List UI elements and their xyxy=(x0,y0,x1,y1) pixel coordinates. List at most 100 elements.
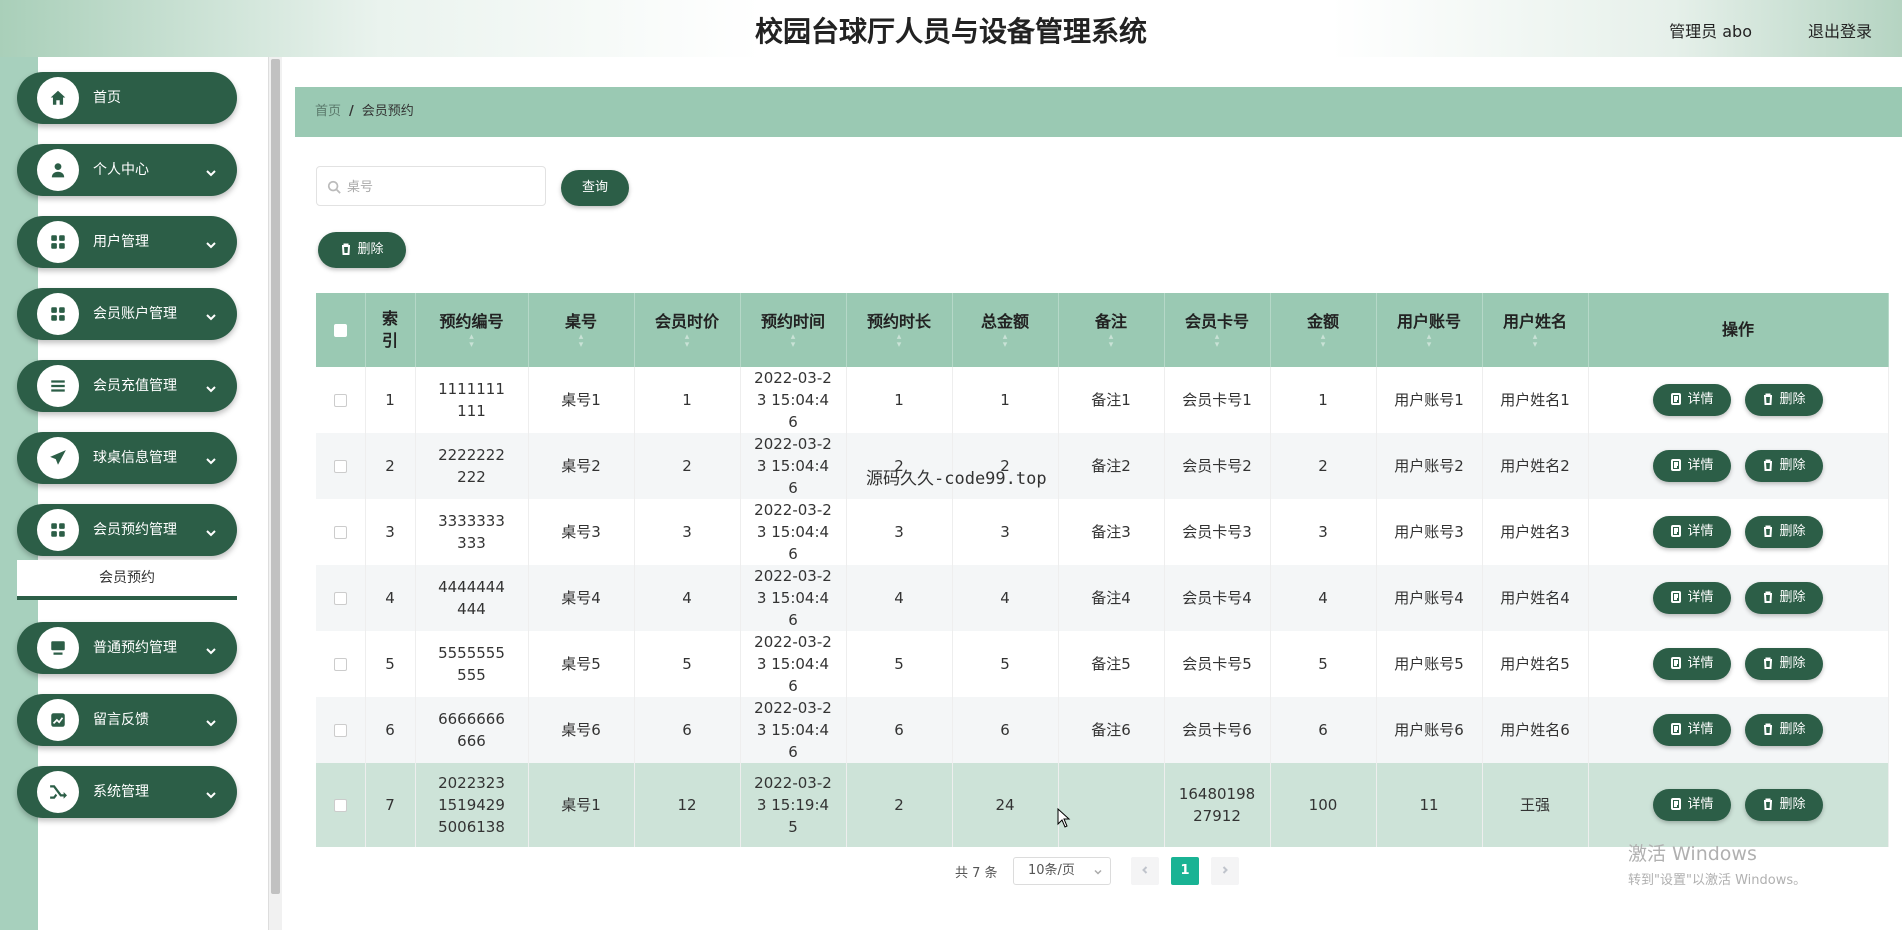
row-checkbox[interactable] xyxy=(333,592,347,605)
sidebar-item[interactable]: 用户管理 xyxy=(17,216,237,268)
cell-text: 1 xyxy=(1000,391,1010,409)
select-all-checkbox[interactable] xyxy=(333,324,347,337)
sidebar-item[interactable]: 留言反馈 xyxy=(17,694,237,746)
detail-button[interactable]: 详情 xyxy=(1653,714,1731,746)
detail-button[interactable]: 详情 xyxy=(1653,789,1731,821)
cell-total: 6 xyxy=(952,697,1059,763)
table-row[interactable]: 6 6666666666 桌号6 6 2022-03-23 15:04:46 6 6 备注6 会… xyxy=(316,697,1889,763)
cell-text: 24 xyxy=(995,796,1015,814)
detail-button[interactable]: 详情 xyxy=(1653,384,1731,416)
table-number-search-input[interactable] xyxy=(347,175,537,199)
column-header-index[interactable]: 索引 xyxy=(365,293,416,367)
sort-icon: ▴ ▾ xyxy=(1320,332,1326,350)
detail-button[interactable]: 详情 xyxy=(1653,648,1731,680)
column-header-account[interactable]: 用户账号 ▴ ▾ xyxy=(1376,293,1483,367)
cell-text: 2022-03-23 15:04:46 xyxy=(754,633,832,695)
cell-text: 6 xyxy=(682,721,692,739)
sidebar-item[interactable]: 会员账户管理 xyxy=(17,288,237,340)
column-header-card-no[interactable]: 会员卡号 ▴ ▾ xyxy=(1164,293,1271,367)
source-watermark: 源码久久-code99.top xyxy=(866,469,1047,489)
cell-text: 备注5 xyxy=(1091,655,1131,673)
column-header-remark[interactable]: 备注 ▴ ▾ xyxy=(1058,293,1165,367)
cell-text: 3 xyxy=(682,523,692,541)
row-checkbox[interactable] xyxy=(333,724,347,737)
column-header-booking-time[interactable]: 预约时间 ▴ ▾ xyxy=(740,293,847,367)
cell-card-no: 会员卡号1 xyxy=(1164,367,1271,433)
delete-button[interactable]: 删除 xyxy=(1745,714,1823,746)
delete-button[interactable]: 删除 xyxy=(1745,384,1823,416)
query-button[interactable]: 查询 xyxy=(561,170,629,206)
cell-duration: 4 xyxy=(846,565,953,631)
delete-button[interactable]: 删除 xyxy=(1745,450,1823,482)
column-header-duration[interactable]: 预约时长 ▴ ▾ xyxy=(846,293,953,367)
detail-button[interactable]: 详情 xyxy=(1653,450,1731,482)
column-header-user-name[interactable]: 用户姓名 ▴ ▾ xyxy=(1482,293,1589,367)
cell-duration: 6 xyxy=(846,697,953,763)
row-checkbox[interactable] xyxy=(333,799,347,812)
detail-button[interactable]: 详情 xyxy=(1653,582,1731,614)
column-header-total[interactable]: 总金额 ▴ ▾ xyxy=(952,293,1059,367)
prev-page-button[interactable] xyxy=(1131,857,1159,885)
table-row[interactable]: 2 2222222222 桌号2 2 2022-03-23 15:04:46 2 2 备注2 会… xyxy=(316,433,1889,499)
cell-text: 5 xyxy=(894,655,904,673)
grid-icon xyxy=(37,221,79,263)
cell-text: 4444444444 xyxy=(438,578,505,618)
cell-member-price: 12 xyxy=(634,763,741,847)
logout-link[interactable]: 退出登录 xyxy=(1808,18,1872,42)
cell-remark: 备注6 xyxy=(1058,697,1165,763)
delete-button[interactable]: 删除 xyxy=(1745,789,1823,821)
sidebar-item[interactable]: 普通预约管理 xyxy=(17,622,237,674)
table-row[interactable]: 7 202232315194295006138 桌号1 12 2022-03-23 15… xyxy=(316,763,1889,847)
cell-text: 5 xyxy=(385,655,395,673)
table-row[interactable]: 5 5555555555 桌号5 5 2022-03-23 15:04:46 5 5 备注5 会… xyxy=(316,631,1889,697)
row-checkbox[interactable] xyxy=(333,460,347,473)
table-header-row: 索引 预约编号 ▴ ▾ 桌号 ▴ ▾ 会员时价 ▴ ▾ 预约时间 ▴ ▾ 预约时长 ▴ ▾ 总金额 ▴… xyxy=(316,293,1889,367)
cell-booking-time: 2022-03-23 15:04:46 xyxy=(740,433,847,499)
detail-label: 详情 xyxy=(1687,524,1714,539)
table-row[interactable]: 3 3333333333 桌号3 3 2022-03-23 15:04:46 3 3 备注3 会… xyxy=(316,499,1889,565)
cell-text: 用户姓名1 xyxy=(1500,391,1570,409)
sidebar-scrollbar[interactable] xyxy=(268,57,282,930)
sidebar-item[interactable]: 会员预约管理 xyxy=(17,504,237,556)
booking-table: 索引 预约编号 ▴ ▾ 桌号 ▴ ▾ 会员时价 ▴ ▾ 预约时间 ▴ ▾ 预约时长 ▴ ▾ 总金额 ▴… xyxy=(316,293,1889,847)
table-row[interactable]: 1 1111111111 桌号1 1 2022-03-23 15:04:46 1 1 备注1 会… xyxy=(316,367,1889,433)
column-header-amount[interactable]: 金额 ▴ ▾ xyxy=(1270,293,1377,367)
row-checkbox[interactable] xyxy=(333,526,347,539)
table-row[interactable]: 4 4444444444 桌号4 4 2022-03-23 15:04:46 4 4 备注4 会… xyxy=(316,565,1889,631)
column-header-table-no[interactable]: 桌号 ▴ ▾ xyxy=(528,293,635,367)
next-page-button[interactable] xyxy=(1211,857,1239,885)
cell-amount: 6 xyxy=(1270,697,1377,763)
column-header-label: 预约编号 xyxy=(439,312,504,331)
delete-button[interactable]: 删除 xyxy=(1745,516,1823,548)
sidebar-item[interactable]: 个人中心 xyxy=(17,144,237,196)
batch-delete-button[interactable]: 删除 xyxy=(318,232,406,268)
delete-button[interactable]: 删除 xyxy=(1745,648,1823,680)
cell-booking-time: 2022-03-23 15:19:45 xyxy=(740,763,847,847)
detail-button[interactable]: 详情 xyxy=(1653,516,1731,548)
sidebar-item[interactable]: 球桌信息管理 xyxy=(17,432,237,484)
cell-text: 用户账号3 xyxy=(1394,523,1464,541)
cell-text: 100 xyxy=(1308,796,1338,814)
row-checkbox[interactable] xyxy=(333,394,347,407)
cell-text: 4 xyxy=(1318,589,1328,607)
sidebar-item[interactable]: 首页 xyxy=(17,72,237,124)
detail-label: 详情 xyxy=(1687,656,1714,671)
cell-text: 1 xyxy=(385,391,395,409)
column-header-member-price[interactable]: 会员时价 ▴ ▾ xyxy=(634,293,741,367)
sidebar-item[interactable]: 系统管理 xyxy=(17,766,237,818)
scrollbar-thumb[interactable] xyxy=(271,59,280,894)
delete-button[interactable]: 删除 xyxy=(1745,582,1823,614)
page-number-button[interactable]: 1 xyxy=(1171,857,1199,885)
cell-text: 桌号1 xyxy=(561,391,601,409)
sidebar-item[interactable]: 会员充值管理 xyxy=(17,360,237,412)
sort-icon: ▴ ▾ xyxy=(578,332,584,350)
page-size-select[interactable]: 10条/页 xyxy=(1013,857,1111,885)
cell-text: 2 xyxy=(385,457,395,475)
cell-index: 1 xyxy=(365,367,416,433)
breadcrumb-home[interactable]: 首页 xyxy=(315,104,341,119)
row-checkbox[interactable] xyxy=(333,658,347,671)
delete-label: 删除 xyxy=(1779,392,1806,407)
column-header-booking-no[interactable]: 预约编号 ▴ ▾ xyxy=(415,293,529,367)
submenu-item-member-booking[interactable]: 会员预约 xyxy=(17,560,237,600)
row-select-cell xyxy=(316,367,366,433)
